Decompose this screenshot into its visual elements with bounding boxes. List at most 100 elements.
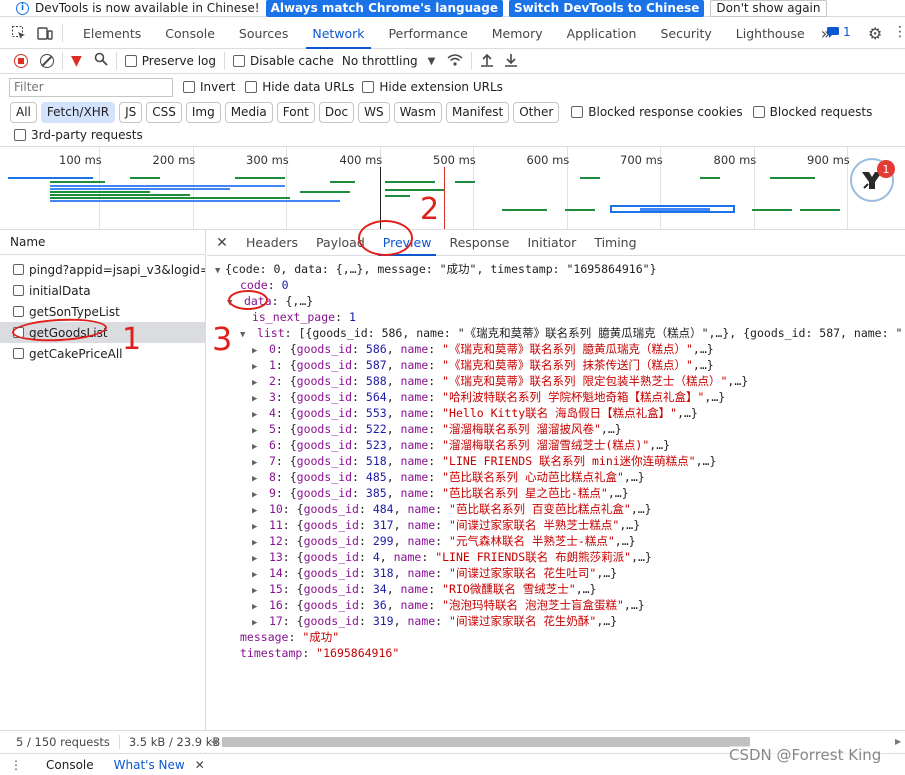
search-icon[interactable] (94, 52, 108, 70)
type-filter-manifest[interactable]: Manifest (445, 101, 510, 123)
json-list-item[interactable]: ▶ 15: {goods_id: 34, name: "RIO微醺联名 雪绒芝士… (207, 581, 905, 597)
request-row[interactable]: getCakePriceAll (0, 343, 205, 364)
request-checkbox[interactable] (13, 285, 24, 296)
drawer-menu-icon[interactable]: ⋮ (10, 758, 22, 772)
request-row[interactable]: initialData (0, 280, 205, 301)
json-list-item[interactable]: ▶ 17: {goods_id: 319, name: "间谍过家家联名 花生奶… (207, 613, 905, 629)
hide-extension-urls-checkbox[interactable]: Hide extension URLs (362, 80, 503, 94)
json-list-item[interactable]: ▶ 11: {goods_id: 317, name: "间谍过家家联名 半熟芝… (207, 517, 905, 533)
more-options-icon[interactable]: ⋮ (893, 24, 905, 40)
detail-tab-timing[interactable]: Timing (585, 230, 645, 256)
json-data-line[interactable]: ▼ data: {,…} (207, 293, 905, 309)
import-har-icon[interactable] (480, 53, 494, 70)
record-stop-icon[interactable] (14, 54, 28, 68)
json-list-item[interactable]: ▶ 1: {goods_id: 587, name: "《瑞克和莫蒂》联名系列 … (207, 357, 905, 373)
type-filter-all[interactable]: All (10, 101, 37, 123)
detail-tab-initiator[interactable]: Initiator (519, 230, 586, 256)
close-icon[interactable]: ✕ (207, 235, 237, 251)
detail-tab-headers[interactable]: Headers (237, 230, 307, 256)
json-list-item[interactable]: ▶ 3: {goods_id: 564, name: "哈利波特联名系列 学院杯… (207, 389, 905, 405)
json-list-item[interactable]: ▶ 8: {goods_id: 485, name: "芭比联名系列 心动芭比糕… (207, 469, 905, 485)
json-list-item[interactable]: ▶ 13: {goods_id: 4, name: "LINE FRIENDS联… (207, 549, 905, 565)
type-filter-fetch-xhr[interactable]: Fetch/XHR (40, 101, 116, 123)
tab-console[interactable]: Console (153, 18, 227, 49)
invert-checkbox[interactable]: Invert (183, 80, 235, 94)
tab-sources[interactable]: Sources (227, 18, 300, 49)
timeline-tick-label: 500 ms (433, 153, 476, 167)
horizontal-scrollbar-thumb[interactable] (222, 737, 750, 747)
clear-icon[interactable] (40, 54, 54, 68)
scroll-left-arrow-icon[interactable]: ◀ (211, 737, 217, 746)
third-party-requests-checkbox[interactable]: 3rd-party requests (14, 128, 143, 142)
preserve-log-checkbox[interactable]: Preserve log (124, 54, 216, 68)
request-row[interactable]: pingd?appid=jsapi_v3&logid=... (0, 259, 205, 280)
blocked-response-cookies-checkbox[interactable]: Blocked response cookies (571, 105, 743, 119)
tab-performance[interactable]: Performance (377, 18, 480, 49)
json-list-item[interactable]: ▶ 14: {goods_id: 318, name: "间谍过家家联名 花生吐… (207, 565, 905, 581)
type-filter-font[interactable]: Font (276, 101, 315, 123)
wifi-conditions-icon[interactable] (447, 53, 463, 70)
network-timeline-overview[interactable]: 100 ms 200 ms 300 ms 400 ms 500 ms 600 ms 700 … (0, 146, 905, 230)
blocked-requests-checkbox[interactable]: Blocked requests (752, 105, 872, 119)
json-list-item[interactable]: ▶ 16: {goods_id: 36, name: "泡泡玛特联名 泡泡芝士盲… (207, 597, 905, 613)
json-list-item[interactable]: ▶ 2: {goods_id: 588, name: "《瑞克和莫蒂》联名系列 … (207, 373, 905, 389)
type-filter-ws[interactable]: WS (358, 101, 390, 123)
settings-gear-icon[interactable]: ⚙ (868, 24, 882, 43)
drawer-tab-console[interactable]: Console (36, 758, 104, 772)
item-index: 0 (268, 342, 276, 356)
tab-security[interactable]: Security (648, 18, 723, 49)
json-list-item[interactable]: ▶ 9: {goods_id: 385, name: "芭比联名系列 星之芭比-… (207, 485, 905, 501)
type-filter-wasm[interactable]: Wasm (393, 101, 442, 123)
disable-cache-checkbox[interactable]: Disable cache (233, 54, 334, 68)
waterfall-bar (640, 208, 710, 211)
filter-funnel-icon[interactable]: ▼ (71, 53, 82, 69)
match-language-button[interactable]: Always match Chrome's language (265, 0, 503, 17)
type-filter-css[interactable]: CSS (146, 101, 182, 123)
hide-data-urls-checkbox[interactable]: Hide data URLs (245, 80, 354, 94)
request-checkbox[interactable] (13, 264, 24, 275)
waterfall-bar (565, 209, 595, 211)
tab-network[interactable]: Network (300, 18, 376, 49)
json-list-item[interactable]: ▶ 5: {goods_id: 522, name: "溜溜梅联名系列 溜溜披风… (207, 421, 905, 437)
tab-memory[interactable]: Memory (480, 18, 555, 49)
waterfall-bar (50, 191, 150, 193)
dont-show-again-button[interactable]: Don't show again (710, 0, 827, 17)
scroll-right-arrow-icon[interactable]: ▶ (895, 737, 901, 746)
json-list-item[interactable]: ▶ 4: {goods_id: 553, name: "Hello Kitty联… (207, 405, 905, 421)
filter-row: Filter Invert Hide data URLs Hide extens… (0, 76, 905, 98)
type-filter-img[interactable]: Img (185, 101, 221, 123)
type-filter-other[interactable]: Other (513, 101, 560, 123)
request-checkbox[interactable] (13, 306, 24, 317)
json-list-item[interactable]: ▶ 7: {goods_id: 518, name: "LINE FRIENDS… (207, 453, 905, 469)
switch-chinese-button[interactable]: Switch DevTools to Chinese (508, 0, 705, 17)
json-list-item[interactable]: ▶ 12: {goods_id: 299, name: "元气森林联名 半熟芝士… (207, 533, 905, 549)
json-list-item[interactable]: ▶ 0: {goods_id: 586, name: "《瑞克和莫蒂》联名系列 … (207, 341, 905, 357)
throttling-select[interactable]: No throttling (342, 54, 418, 68)
expanded-triangle-icon[interactable]: ▼ (215, 263, 225, 279)
device-toolbar-icon[interactable] (36, 24, 54, 42)
type-filter-doc[interactable]: Doc (318, 101, 355, 123)
name-column-header[interactable]: Name (0, 230, 205, 255)
expanded-triangle-icon[interactable]: ▼ (240, 327, 250, 343)
json-preview: ▼ {code: 0, data: {,…}, message: "成功", ti… (207, 256, 905, 661)
inspect-element-icon[interactable] (10, 24, 28, 42)
export-har-icon[interactable] (504, 53, 518, 70)
json-list-item[interactable]: ▶ 6: {goods_id: 523, name: "溜溜梅联名系列 溜溜雪绒… (207, 437, 905, 453)
json-list-item[interactable]: ▶ 10: {goods_id: 484, name: "芭比联名系列 百变芭比… (207, 501, 905, 517)
type-filter-media[interactable]: Media (224, 101, 273, 123)
json-list-line[interactable]: ▼ list: [{goods_id: 586, name: "《瑞克和莫蒂》联… (207, 325, 905, 341)
type-filter-js[interactable]: JS (119, 101, 143, 123)
watermark: CSDN @Forrest King (729, 746, 882, 764)
issues-badge[interactable]: 1 (826, 25, 851, 39)
filter-input[interactable]: Filter (9, 77, 173, 97)
tab-application[interactable]: Application (555, 18, 649, 49)
json-root-line[interactable]: ▼ {code: 0, data: {,…}, message: "成功", ti… (207, 261, 905, 277)
drawer-tab-whats-new[interactable]: What's New (104, 758, 195, 772)
chevron-down-icon[interactable]: ▼ (428, 56, 436, 67)
tab-lighthouse[interactable]: Lighthouse (724, 18, 817, 49)
request-checkbox[interactable] (13, 348, 24, 359)
detail-tab-response[interactable]: Response (440, 230, 518, 256)
request-row[interactable]: getSonTypeList (0, 301, 205, 322)
tab-elements[interactable]: Elements (71, 18, 153, 49)
close-drawer-tab-icon[interactable]: ✕ (195, 758, 205, 772)
